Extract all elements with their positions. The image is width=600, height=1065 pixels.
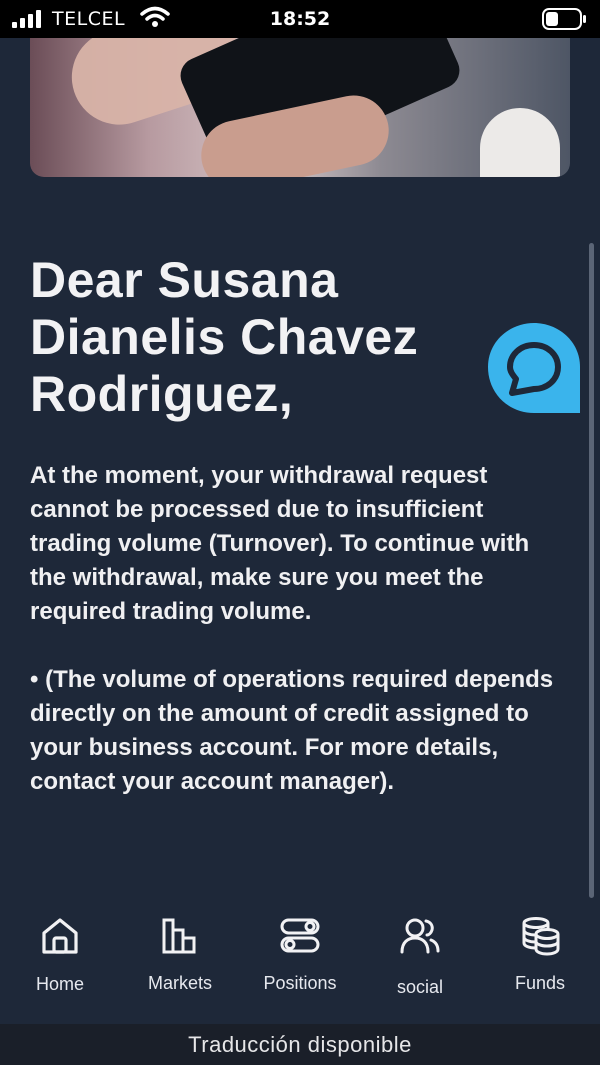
translation-banner[interactable]: Traducción disponible xyxy=(0,1024,600,1065)
bottom-navigation: Home Markets Positions social Funds xyxy=(0,898,600,1024)
hero-image xyxy=(30,38,570,177)
message-paragraph: At the moment, your withdrawal request c… xyxy=(30,462,530,625)
home-icon xyxy=(42,918,78,954)
bar-chart-icon xyxy=(162,918,196,954)
scrollbar[interactable] xyxy=(589,243,594,898)
nav-item-positions[interactable]: Positions xyxy=(240,898,360,1024)
toggles-icon xyxy=(280,918,320,953)
nav-label: Positions xyxy=(263,973,337,993)
nav-label: Markets xyxy=(147,973,212,993)
nav-item-markets[interactable]: Markets xyxy=(120,898,240,1024)
nav-label: Funds xyxy=(514,973,566,993)
clock: 18:52 xyxy=(269,8,331,30)
greeting-heading: Dear Susana Dianelis Chavez Rodriguez, xyxy=(30,252,419,422)
nav-label: Home xyxy=(35,974,84,994)
nav-item-funds[interactable]: Funds xyxy=(480,898,600,1024)
battery-icon xyxy=(542,8,586,30)
coins-stack-icon xyxy=(522,917,560,956)
withdrawal-message: At the moment, your withdrawal request c… xyxy=(30,459,565,799)
message-paragraph: • (The volume of operations required dep… xyxy=(30,666,554,795)
nav-item-social[interactable]: social xyxy=(360,898,480,1024)
chat-button[interactable] xyxy=(486,321,582,415)
users-icon xyxy=(400,918,440,954)
nav-label: social xyxy=(396,977,444,997)
nav-item-home[interactable]: Home xyxy=(0,898,120,1024)
status-bar: TELCEL 18:52 xyxy=(0,0,600,38)
coffee-cup-shape xyxy=(480,108,560,177)
